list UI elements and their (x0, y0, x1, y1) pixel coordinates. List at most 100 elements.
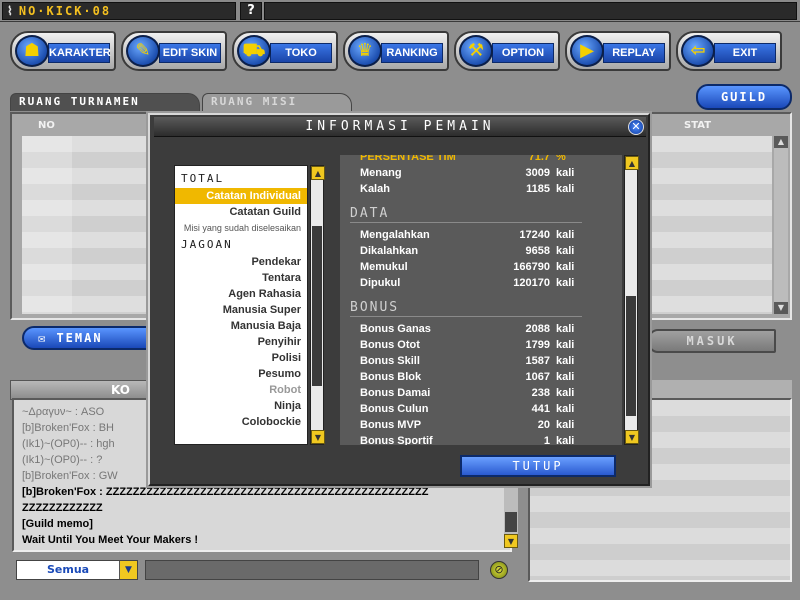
chat-line: ZZZZZZZZZZZZ (22, 502, 103, 514)
stat-label: Dipukul (360, 277, 401, 289)
category-item-manusia-super[interactable]: Manusia Super (175, 302, 307, 318)
category-item-catatan-individual[interactable]: Catatan Individual (175, 188, 307, 204)
wrench-icon: ⚒ (459, 35, 493, 67)
stat-row: Kalah 1185 kali (340, 181, 622, 197)
chat-header: KO (10, 380, 150, 400)
tab-mission-room[interactable]: RUANG MISI (202, 93, 352, 111)
nav-button-label: REPLAY (603, 43, 665, 63)
close-button[interactable]: TUTUP (460, 455, 616, 477)
stat-row: Bonus Damai 238 kali (340, 385, 622, 401)
stat-label: Bonus Ganas (360, 323, 431, 335)
stat-label: Menang (360, 167, 402, 179)
stat-value: 1067 (525, 371, 550, 383)
category-scrollbar[interactable]: ▲ ▼ (310, 165, 325, 445)
nav-button-label: RANKING (381, 43, 443, 63)
trophy-icon: ♛ (348, 35, 382, 67)
nav-karakter-button[interactable]: KARAKTER ☗ (10, 31, 116, 71)
stat-row: Memukul 166790 kali (340, 259, 622, 275)
category-item-pendekar[interactable]: Pendekar (175, 254, 307, 270)
dialog-titlebar: INFORMASI PEMAIN ✕ (154, 117, 646, 137)
nav-button-label: EDIT SKIN (159, 43, 221, 63)
category-item-tentara[interactable]: Tentara (175, 270, 307, 286)
stat-label: Bonus Blok (360, 371, 422, 383)
category-item-pesumo[interactable]: Pesumo (175, 366, 307, 382)
category-item-robot[interactable]: Robot (175, 382, 307, 398)
stat-label: Kalah (360, 183, 390, 195)
stats-section-data: DATA (350, 205, 582, 223)
category-item-misi-yang-sudah-diselesaikan[interactable]: Misi yang sudah diselesaikan (175, 220, 307, 236)
stat-label: Bonus Otot (360, 339, 420, 351)
chevron-down-icon[interactable]: ▼ (119, 561, 137, 579)
mail-icon: ✉ (38, 331, 57, 345)
stat-row: Mengalahkan 17240 kali (340, 227, 622, 243)
title-bar: ⌇ NO·KICK·08 ? (0, 0, 800, 22)
stat-row: Bonus Blok 1067 kali (340, 369, 622, 385)
stat-row: Bonus MVP 20 kali (340, 417, 622, 433)
guild-button[interactable]: GUILD (696, 84, 792, 110)
stat-unit: kali (556, 435, 575, 445)
chat-input[interactable] (145, 560, 479, 580)
scroll-thumb[interactable] (626, 296, 636, 416)
chat-line: Wait Until You Meet Your Makers ! (22, 534, 199, 546)
scroll-thumb[interactable] (505, 512, 517, 532)
scroll-up-icon[interactable]: ▲ (625, 156, 639, 170)
stat-row: Bonus Skill 1587 kali (340, 353, 622, 369)
chat-target-select[interactable]: Semua ▼ (16, 560, 138, 580)
nav-edit-skin-button[interactable]: EDIT SKIN ✎ (121, 31, 227, 71)
nav-ranking-button[interactable]: RANKING ♛ (343, 31, 449, 71)
stat-row: PERSENTASE TIM 71.7% (340, 155, 622, 165)
stat-unit: % (556, 155, 566, 163)
scroll-down-icon[interactable]: ▼ (504, 534, 518, 548)
pulse-icon: ⌇ (7, 4, 15, 18)
stat-label: Mengalahkan (360, 229, 430, 241)
stat-label: PERSENTASE TIM (360, 155, 456, 163)
scroll-thumb[interactable] (312, 226, 322, 386)
stat-value: 3009 (525, 167, 550, 179)
scroll-up-icon[interactable]: ▲ (774, 136, 788, 148)
nav-option-button[interactable]: OPTION ⚒ (454, 31, 560, 71)
category-item-ninja[interactable]: Ninja (175, 398, 307, 414)
nav-exit-button[interactable]: EXIT ⇦ (676, 31, 782, 71)
category-list[interactable]: TOTAL Catatan Individual Catatan Guild Misi… (174, 165, 308, 445)
category-section-jagoan: JAGOAN (181, 238, 233, 251)
stat-label: Bonus Skill (360, 355, 420, 367)
stat-value: 20 (537, 419, 550, 431)
nav-replay-button[interactable]: REPLAY ▶ (565, 31, 671, 71)
stat-unit: kali (556, 261, 575, 273)
game-title: ⌇ NO·KICK·08 (2, 2, 236, 20)
scroll-down-icon[interactable]: ▼ (311, 430, 325, 444)
stat-value: 2088 (525, 323, 550, 335)
category-item-colobockie[interactable]: Colobockie (175, 414, 307, 430)
stat-value: 166790 (513, 261, 550, 273)
category-item-manusia-baja[interactable]: Manusia Baja (175, 318, 307, 334)
game-title-text: NO·KICK·08 (18, 4, 112, 18)
category-item-agen-rahasia[interactable]: Agen Rahasia (175, 286, 307, 302)
category-item-polisi[interactable]: Polisi (175, 350, 307, 366)
scroll-up-icon[interactable]: ▲ (311, 166, 325, 180)
scroll-down-icon[interactable]: ▼ (774, 302, 788, 314)
category-item-catatan-guild[interactable]: Catatan Guild (175, 204, 307, 220)
stat-unit: kali (556, 229, 575, 241)
stat-row: Bonus Sportif 1 kali (340, 433, 622, 445)
exit-icon: ⇦ (681, 35, 715, 67)
stat-unit: kali (556, 323, 575, 335)
scroll-down-icon[interactable]: ▼ (625, 430, 639, 444)
category-section-total: TOTAL (181, 172, 225, 185)
stat-unit: kali (556, 167, 575, 179)
friends-button[interactable]: ✉ TEMAN (22, 326, 152, 350)
dialog-title: INFORMASI PEMAIN (305, 119, 495, 134)
stats-scrollbar[interactable]: ▲ ▼ (624, 155, 639, 445)
enter-button[interactable]: MASUK (648, 329, 776, 353)
no-column (22, 136, 72, 314)
close-icon[interactable]: ✕ (628, 119, 644, 135)
friends-button-label: TEMAN (56, 331, 103, 345)
room-list-scrollbar[interactable]: ▲ ▼ (774, 136, 788, 314)
send-icon[interactable]: ⊘ (490, 561, 508, 579)
stat-value: 1 (543, 435, 550, 445)
stat-unit: kali (556, 419, 575, 431)
main-nav: KARAKTER ☗ EDIT SKIN ✎ TOKO ⛟ RANKING ♛ OPTION ⚒ R… (0, 26, 800, 74)
category-item-penyihir[interactable]: Penyihir (175, 334, 307, 350)
tab-tournament-room[interactable]: RUANG TURNAMEN (10, 93, 200, 111)
nav-toko-button[interactable]: TOKO ⛟ (232, 31, 338, 71)
help-button[interactable]: ? (240, 2, 262, 20)
